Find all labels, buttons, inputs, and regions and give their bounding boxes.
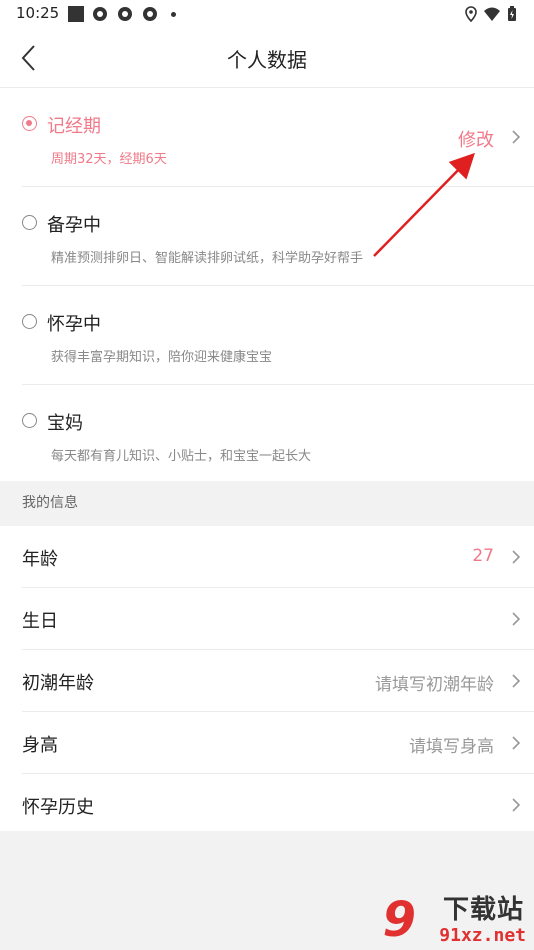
notification-square-icon — [68, 6, 84, 22]
chevron-right-icon — [512, 550, 521, 564]
location-icon — [465, 6, 477, 22]
notification-app-icon — [143, 7, 157, 21]
watermark-digit: 9 — [382, 892, 416, 948]
chevron-right-icon — [512, 130, 521, 144]
row-label: 身高 — [22, 735, 58, 756]
chevron-right-icon — [512, 674, 521, 688]
mode-desc: 周期32天，经期6天 — [51, 152, 167, 167]
info-row-height[interactable]: 身高 请填写身高 — [22, 712, 534, 774]
radio-unselected-icon[interactable] — [22, 413, 37, 428]
mode-name: 备孕中 — [47, 215, 101, 236]
row-value: 27 — [472, 546, 494, 566]
radio-unselected-icon[interactable] — [22, 314, 37, 329]
mode-item-pregnant[interactable]: 怀孕中 获得丰富孕期知识，陪你迎来健康宝宝 — [22, 286, 534, 385]
info-list: 年龄 27 生日 初潮年龄 请填写初潮年龄 身高 请填写身高 怀孕历史 — [0, 526, 534, 831]
info-row-menarche-age[interactable]: 初潮年龄 请填写初潮年龄 — [22, 650, 534, 712]
chevron-right-icon — [512, 736, 521, 750]
mode-name: 记经期 — [47, 116, 101, 137]
info-row-pregnancy-history[interactable]: 怀孕历史 — [22, 774, 534, 831]
app-bar: 个人数据 — [0, 28, 534, 88]
wifi-icon — [484, 7, 500, 21]
battery-icon — [508, 6, 516, 21]
page-title: 个人数据 — [227, 48, 307, 72]
mode-item-mom[interactable]: 宝妈 每天都有育儿知识、小贴士，和宝宝一起长大 — [22, 385, 534, 481]
row-label: 生日 — [22, 611, 58, 632]
mode-list: 记经期 周期32天，经期6天 修改 备孕中 精准预测排卵日、智能解读排卵试纸，科… — [0, 88, 534, 481]
row-value: 请填写初潮年龄 — [375, 675, 494, 695]
section-header-my-info: 我的信息 — [0, 481, 534, 526]
row-value: 请填写身高 — [409, 737, 494, 757]
mode-item-period[interactable]: 记经期 周期32天，经期6天 修改 — [22, 88, 534, 187]
chevron-right-icon — [512, 612, 521, 626]
info-row-age[interactable]: 年龄 27 — [22, 526, 534, 588]
edit-button[interactable]: 修改 — [458, 126, 494, 152]
mode-desc: 获得丰富孕期知识，陪你迎来健康宝宝 — [51, 350, 273, 365]
mode-item-trying[interactable]: 备孕中 精准预测排卵日、智能解读排卵试纸，科学助孕好帮手 — [22, 187, 534, 286]
mode-desc: 精准预测排卵日、智能解读排卵试纸，科学助孕好帮手 — [51, 251, 364, 266]
info-row-birthday[interactable]: 生日 — [22, 588, 534, 650]
mode-desc: 每天都有育儿知识、小贴士，和宝宝一起长大 — [51, 449, 312, 464]
notification-app-icon — [93, 7, 107, 21]
mode-name: 宝妈 — [47, 413, 83, 434]
chevron-right-icon — [512, 798, 521, 812]
status-bar: 10:25 — [0, 0, 534, 28]
row-label: 怀孕历史 — [22, 797, 94, 818]
radio-unselected-icon[interactable] — [22, 215, 37, 230]
status-time: 10:25 — [16, 4, 60, 22]
mode-name: 怀孕中 — [47, 314, 101, 335]
row-label: 年龄 — [22, 549, 58, 570]
more-notifications-icon — [171, 12, 176, 17]
notification-app-icon — [118, 7, 132, 21]
watermark-domain: 91xz.net — [439, 925, 526, 946]
radio-selected-icon[interactable] — [22, 116, 37, 131]
watermark-brand: 下载站 — [442, 895, 524, 925]
row-label: 初潮年龄 — [22, 673, 94, 694]
